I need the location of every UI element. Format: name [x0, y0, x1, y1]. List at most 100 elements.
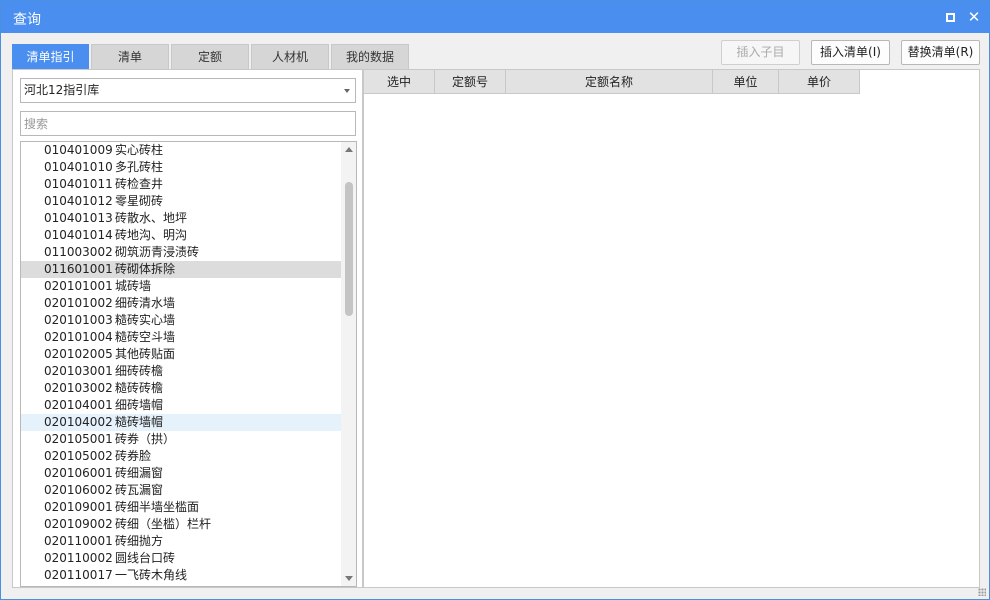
- guide-panel: 河北12指引库 010401009实心砖柱010401010多孔砖柱010401…: [12, 69, 363, 588]
- list-scrollbar[interactable]: [341, 142, 356, 586]
- title-bar[interactable]: 查询 ✕: [1, 1, 989, 33]
- list-item-name: 一飞砖木角线: [115, 568, 188, 582]
- list-item[interactable]: 020103001 细砖砖檐: [21, 363, 341, 380]
- list-item-name: 糙砖实心墙: [115, 313, 176, 327]
- list-item-code: 010401012: [44, 194, 113, 208]
- list-item-code: 020103001: [44, 364, 113, 378]
- tab-guide[interactable]: 清单指引: [12, 44, 89, 70]
- scroll-thumb[interactable]: [345, 182, 353, 316]
- list-item-name: 细砖墙帽: [115, 398, 164, 412]
- list-item-code: 020101004: [44, 330, 113, 344]
- resize-grip-icon[interactable]: [978, 588, 986, 596]
- list-item-name: 砖细半墙坐槛面: [115, 500, 200, 514]
- list-item[interactable]: 020106001 砖细漏窗: [21, 465, 341, 482]
- list-item-name: 零星砌砖: [115, 194, 164, 208]
- library-select[interactable]: 河北12指引库: [20, 78, 356, 103]
- list-item-name: 砖券（拱）: [115, 432, 176, 446]
- close-icon[interactable]: ✕: [966, 8, 982, 26]
- list-item-name: 砖地沟、明沟: [115, 228, 188, 242]
- list-item[interactable]: 020110017 一飞砖木角线: [21, 567, 341, 584]
- tab-quota[interactable]: 定额: [171, 44, 249, 70]
- list-item-name: 砖细抛方: [115, 534, 164, 548]
- list-item[interactable]: 020101001 城砖墙: [21, 278, 341, 295]
- list-item-name: 砖细漏窗: [115, 466, 164, 480]
- list-item-code: 020109002: [44, 517, 113, 531]
- list-item-code: 020106002: [44, 483, 113, 497]
- list-item-code: 020101001: [44, 279, 113, 293]
- list-item-name: 糙砖墙帽: [115, 415, 164, 429]
- insert-child-button[interactable]: 插入子目: [721, 40, 800, 65]
- list-item-code: 020105002: [44, 449, 113, 463]
- list-item[interactable]: 020109001 砖细半墙坐槛面: [21, 499, 341, 516]
- list-item-name: 多孔砖柱: [115, 160, 164, 174]
- window-title: 查询: [13, 12, 41, 28]
- list-item[interactable]: 010401012 零星砌砖: [21, 193, 341, 210]
- list-item-name: 砖散水、地坪: [115, 211, 188, 225]
- list-item-code: 010401011: [44, 177, 113, 191]
- list-item[interactable]: 011601001 砖砌体拆除: [21, 261, 341, 278]
- list-item-code: 020101003: [44, 313, 113, 327]
- list-item-code: 010401010: [44, 160, 113, 174]
- list-item-name: 砖瓦漏窗: [115, 483, 164, 497]
- maximize-icon[interactable]: [942, 9, 958, 25]
- list-item[interactable]: 020110001 砖细抛方: [21, 533, 341, 550]
- list-item-code: 020102005: [44, 347, 113, 361]
- list-item[interactable]: 020104001 细砖墙帽: [21, 397, 341, 414]
- list-item-name: 细砖砖檐: [115, 364, 164, 378]
- tab-my-data[interactable]: 我的数据: [331, 44, 409, 70]
- column-header-quota-no[interactable]: 定额号: [435, 70, 506, 94]
- list-item-name: 糙砖空斗墙: [115, 330, 176, 344]
- list-item[interactable]: 010401010 多孔砖柱: [21, 159, 341, 176]
- chevron-down-icon: [344, 89, 350, 93]
- list-item-name: 城砖墙: [115, 279, 152, 293]
- list-item[interactable]: 010401013 砖散水、地坪: [21, 210, 341, 227]
- list-item-name: 砖细（坐槛）栏杆: [115, 517, 212, 531]
- query-dialog: 查询 ✕ 清单指引 清单 定额 人材机 我的数据 插入子目 插入清单(I) 替换…: [0, 0, 990, 600]
- list-item-code: 011003002: [44, 245, 113, 259]
- list-item[interactable]: 020103002 糙砖砖檐: [21, 380, 341, 397]
- list-item-code: 010401014: [44, 228, 113, 242]
- tab-list[interactable]: 清单: [91, 44, 169, 70]
- list-item[interactable]: 020106002 砖瓦漏窗: [21, 482, 341, 499]
- list-item-code: 011601001: [44, 262, 113, 276]
- list-item[interactable]: 020101004 糙砖空斗墙: [21, 329, 341, 346]
- list-item-name: 砖券脸: [115, 449, 152, 463]
- list-item-name: 砌筑沥青浸渍砖: [115, 245, 200, 259]
- column-header-selected[interactable]: 选中: [364, 70, 435, 94]
- list-item-name: 细砖清水墙: [115, 296, 176, 310]
- quota-grid-panel: 选中 定额号 定额名称 单位 单价: [363, 69, 980, 588]
- column-header-unit[interactable]: 单位: [713, 70, 779, 94]
- tab-materials[interactable]: 人材机: [251, 44, 329, 70]
- scroll-up-icon[interactable]: [345, 147, 353, 152]
- list-item-code: 020110001: [44, 534, 113, 548]
- list-item[interactable]: 020101003 糙砖实心墙: [21, 312, 341, 329]
- column-header-unit-price[interactable]: 单价: [779, 70, 860, 94]
- column-header-quota-name[interactable]: 定额名称: [506, 70, 713, 94]
- list-item-code: 010401013: [44, 211, 113, 225]
- list-item-name: 其他砖贴面: [115, 347, 176, 361]
- list-item[interactable]: 020102005 其他砖贴面: [21, 346, 341, 363]
- insert-list-button[interactable]: 插入清单(I): [811, 40, 890, 65]
- list-item[interactable]: 010401009 实心砖柱: [21, 142, 341, 159]
- list-item[interactable]: 020110002 圆线台口砖: [21, 550, 341, 567]
- list-item[interactable]: 020105002 砖券脸: [21, 448, 341, 465]
- list-item-name: 糙砖砖檐: [115, 381, 164, 395]
- replace-list-button[interactable]: 替换清单(R): [901, 40, 980, 65]
- list-item-code: 020110002: [44, 551, 113, 565]
- list-item[interactable]: 011003002 砌筑沥青浸渍砖: [21, 244, 341, 261]
- list-item[interactable]: 020105001 砖券（拱）: [21, 431, 341, 448]
- scroll-down-icon[interactable]: [345, 576, 353, 581]
- list-item-name: 砖砌体拆除: [115, 262, 176, 276]
- list-item[interactable]: 020109002 砖细（坐槛）栏杆: [21, 516, 341, 533]
- list-item[interactable]: 020104002 糙砖墙帽: [21, 414, 341, 431]
- list-item-code: 020105001: [44, 432, 113, 446]
- list-item[interactable]: 010401011 砖检查井: [21, 176, 341, 193]
- guide-list: 010401009 实心砖柱 010401010 多孔砖柱 010401011 砖检查井 0…: [20, 141, 357, 587]
- list-item-code: 020109001: [44, 500, 113, 514]
- list-item[interactable]: 010401014 砖地沟、明沟: [21, 227, 341, 244]
- list-item-name: 圆线台口砖: [115, 551, 176, 565]
- list-item-name: 实心砖柱: [115, 143, 164, 157]
- search-input[interactable]: [20, 111, 356, 136]
- list-item[interactable]: 020101002 细砖清水墙: [21, 295, 341, 312]
- list-item-code: 020104001: [44, 398, 113, 412]
